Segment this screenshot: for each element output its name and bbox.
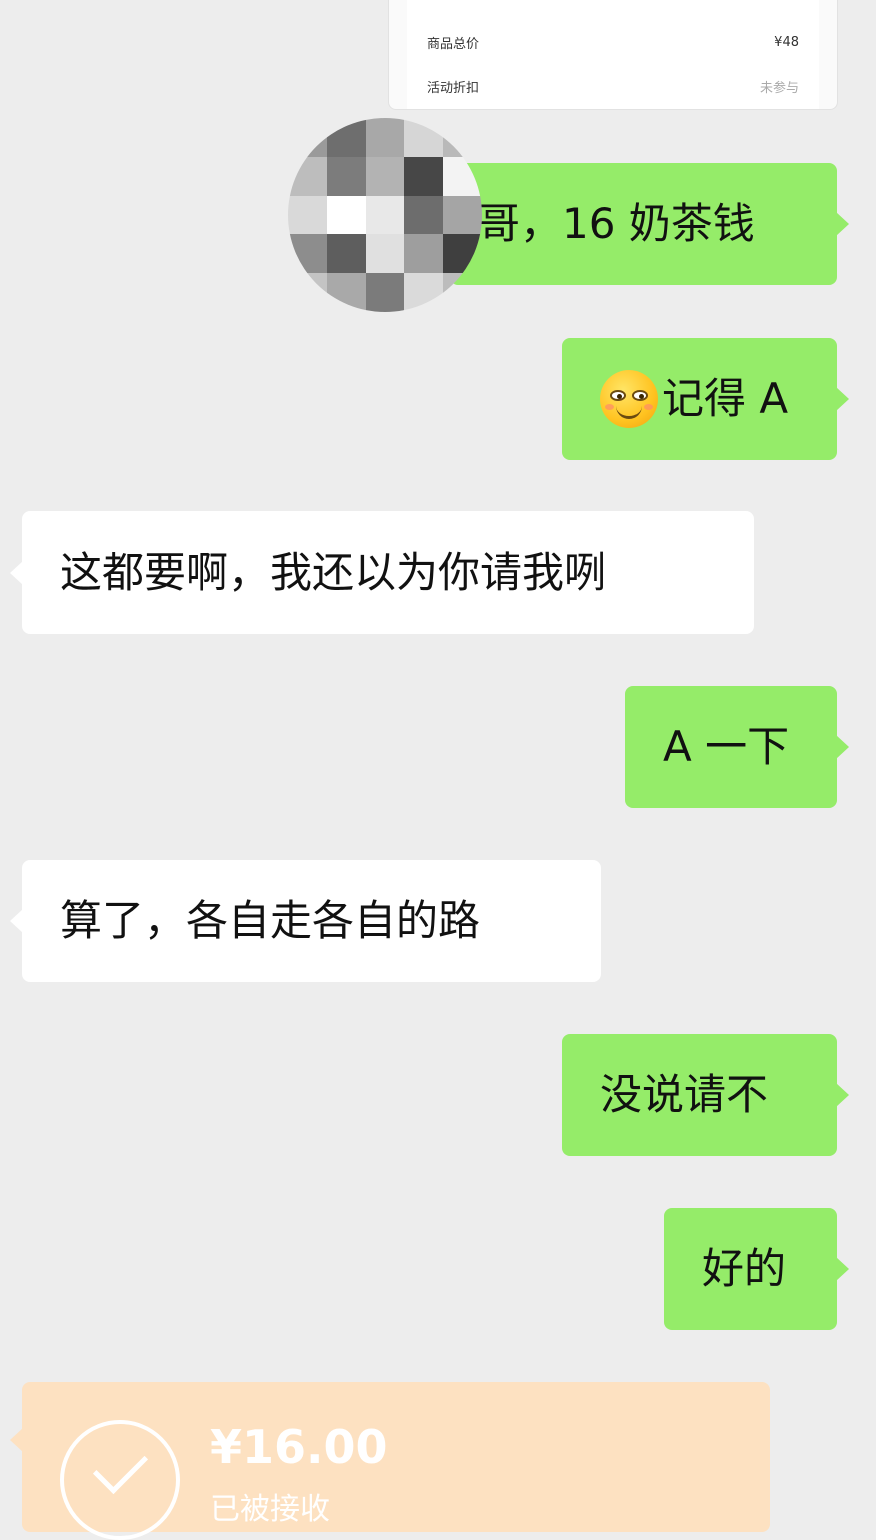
transfer-status: 已被接收 [210, 1492, 330, 1527]
message-text: A 一下 [663, 722, 790, 771]
message-text: 这都要啊，我还以为你请我咧 [60, 547, 607, 597]
message-bubble-outgoing[interactable]: 记得 A [562, 338, 849, 460]
message-bubble-outgoing[interactable]: 没说请不 [562, 1034, 849, 1156]
message-text: 算了，各自走各自的路 [60, 896, 481, 945]
message-text: 哥，16 奶茶钱 [478, 199, 755, 248]
message-bubble-outgoing[interactable]: 好的 [664, 1208, 849, 1330]
transfer-card[interactable]: ¥16.00 已被接收 [10, 1382, 770, 1540]
order-summary-card[interactable]: 商品总价 ¥48 活动折扣 未参与 [388, 0, 838, 110]
avatar-sticker-pixelated [288, 118, 482, 312]
check-circle-icon [60, 1420, 180, 1540]
transfer-amount: ¥16.00 [210, 1420, 388, 1474]
message-bubble-incoming[interactable]: 算了，各自走各自的路 [10, 860, 601, 982]
order-row-discount: 活动折扣 未参与 [427, 74, 799, 98]
smug-face-icon [600, 370, 658, 428]
order-row-total: 商品总价 ¥48 [427, 30, 799, 54]
message-bubble-outgoing[interactable]: A 一下 [625, 686, 849, 808]
message-bubble-incoming[interactable]: 这都要啊，我还以为你请我咧 [10, 511, 754, 634]
message-text: 没说请不 [600, 1070, 769, 1119]
message-bubble-outgoing[interactable]: 哥，16 奶茶钱 [450, 163, 849, 285]
order-row-label: 活动折扣 [427, 80, 480, 96]
message-text: 好的 [702, 1244, 787, 1293]
message-text: 记得 A [662, 374, 789, 423]
order-row-value: 未参与 [759, 80, 799, 96]
order-row-label: 商品总价 [427, 36, 480, 52]
order-row-value: ¥48 [774, 34, 799, 50]
